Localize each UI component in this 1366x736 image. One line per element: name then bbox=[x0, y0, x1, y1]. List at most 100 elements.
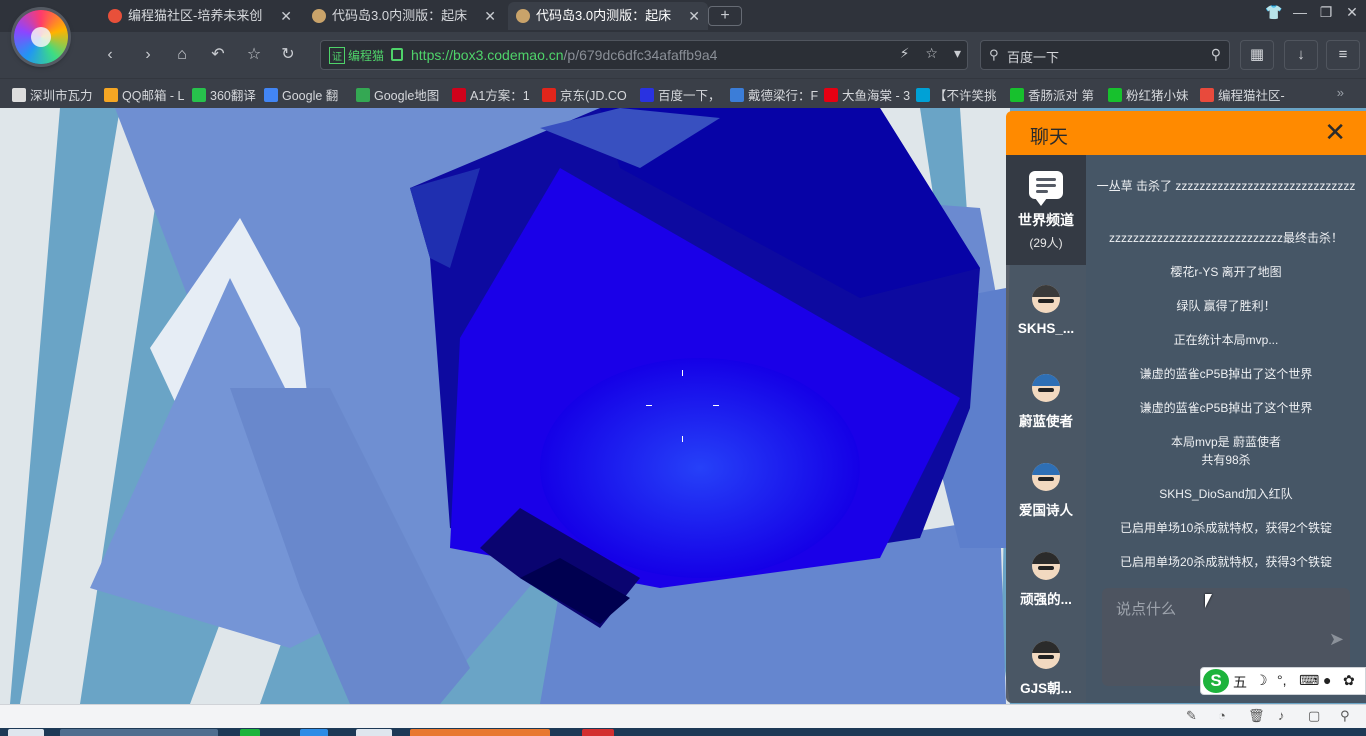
dropdown-icon[interactable]: ▾ bbox=[954, 45, 961, 61]
search-engine-icon[interactable]: ⚲ bbox=[989, 47, 999, 63]
bookmark-label: 百度一下， bbox=[658, 89, 721, 103]
user-icon[interactable]: ● bbox=[1323, 672, 1331, 688]
crosshair-right bbox=[713, 405, 719, 406]
bookmark-item[interactable]: Google地图 bbox=[356, 85, 448, 103]
sogou-logo-icon[interactable]: S bbox=[1203, 669, 1229, 693]
browser-logo[interactable] bbox=[14, 10, 68, 64]
close-tab-icon[interactable]: ✕ bbox=[280, 2, 292, 30]
favorite-icon[interactable]: ☆ bbox=[240, 42, 268, 68]
close-tab-icon[interactable]: ✕ bbox=[484, 2, 496, 30]
ime-toolbar[interactable]: S 五 ☽ °, ⌨ ● ✿ bbox=[1200, 667, 1366, 695]
user-name: SKHS_... bbox=[1017, 321, 1075, 336]
punctuation-icon[interactable]: °, bbox=[1277, 672, 1287, 688]
apps-grid-icon[interactable]: ▦ bbox=[1240, 40, 1274, 70]
volume-icon[interactable]: ♪ bbox=[1278, 708, 1285, 723]
url-text[interactable]: https://box3.codemao.cn/p/679dc6dfc34afa… bbox=[411, 47, 717, 63]
refresh-icon[interactable]: ↻ bbox=[274, 42, 302, 68]
taskbar-app-ie[interactable] bbox=[300, 729, 328, 736]
close-tab-icon[interactable]: ✕ bbox=[688, 2, 700, 30]
avatar bbox=[1032, 641, 1060, 669]
bookmark-item[interactable]: 大鱼海棠 - 3 bbox=[824, 85, 912, 103]
bookmark-item[interactable]: 香肠派对 第 bbox=[1010, 85, 1104, 103]
back-icon[interactable]: ‹ bbox=[96, 42, 124, 68]
bookmark-favicon-icon bbox=[916, 88, 930, 102]
chat-message: 樱花r-YS 离开了地图 bbox=[1170, 265, 1282, 279]
bookmark-item[interactable]: 360翻译 bbox=[192, 85, 260, 103]
chat-panel: 聊天 ✕ 世界频道 (29人) SKHS_... 蔚蓝使者爱国诗人 顽强的... GJ… bbox=[1006, 111, 1366, 703]
bookmark-item[interactable]: 戴德梁行：F bbox=[730, 85, 820, 103]
bookmark-label: 粉红猪小妹 bbox=[1126, 89, 1189, 103]
search-icon[interactable]: ⚲ bbox=[1211, 46, 1221, 63]
bookmark-favicon-icon bbox=[542, 88, 556, 102]
pin-icon[interactable]: ✎ bbox=[1186, 708, 1197, 724]
chat-message-list: 一丛草 击杀了 zzzzzzzzzzzzzzzzzzzzzzzzzzzzzz zz… bbox=[1086, 155, 1366, 585]
address-bar[interactable]: 证编程猫 https://box3.codemao.cn/p/679dc6dfc… bbox=[320, 40, 968, 70]
bookmark-item[interactable]: 京东(JD.CO bbox=[542, 85, 636, 103]
channel-world[interactable]: 世界频道 (29人) bbox=[1006, 155, 1086, 265]
bookmark-item[interactable]: 粉红猪小妹 bbox=[1108, 85, 1196, 103]
taskbar-app-wechat[interactable] bbox=[240, 729, 260, 736]
bookmark-label: 香肠派对 第 bbox=[1028, 89, 1094, 103]
user-channel[interactable]: 爱国诗人 bbox=[1006, 443, 1086, 532]
restore-icon[interactable]: ❐ bbox=[1314, 4, 1338, 21]
avatar bbox=[1032, 463, 1060, 491]
user-channel[interactable]: SKHS_... bbox=[1006, 265, 1086, 354]
user-channel[interactable]: GJS朝... bbox=[1006, 621, 1086, 703]
ime-mode-label[interactable]: 五 bbox=[1233, 672, 1247, 692]
tab-box3-active[interactable]: 代码岛3.0内测版：起床 ✕ bbox=[508, 2, 708, 30]
minimize-icon[interactable]: — bbox=[1288, 4, 1312, 20]
start-button[interactable] bbox=[8, 729, 44, 736]
tab-codemao-community[interactable]: 编程猫社区-培养未来创 ✕ bbox=[100, 2, 300, 30]
chat-channel-list: 世界频道 (29人) SKHS_... 蔚蓝使者爱国诗人 顽强的... GJS朝... bbox=[1006, 155, 1086, 703]
certificate-badge[interactable]: 证编程猫 bbox=[329, 47, 384, 64]
bookmark-item[interactable]: 编程猫社区- bbox=[1200, 85, 1286, 103]
zoom-icon[interactable]: ⚲ bbox=[1340, 708, 1350, 724]
user-channel[interactable]: 顽强的... bbox=[1006, 532, 1086, 621]
new-tab-button[interactable]: + bbox=[708, 6, 742, 26]
bookmark-item[interactable]: A1方案：1 bbox=[452, 85, 538, 103]
lightning-icon[interactable]: ⚡ bbox=[900, 45, 910, 61]
chat-bubble-icon bbox=[1029, 171, 1063, 206]
forward-icon[interactable]: › bbox=[134, 42, 162, 68]
taskbar-app-browser[interactable] bbox=[60, 729, 218, 736]
send-icon[interactable]: ➤ bbox=[1329, 629, 1344, 650]
bookmark-item[interactable]: QQ邮箱 - L bbox=[104, 85, 188, 103]
bookmark-favicon-icon bbox=[264, 88, 278, 102]
download-icon[interactable]: ↓ bbox=[1284, 40, 1318, 70]
chat-message: 谦虚的蓝雀cP5B掉出了这个世界 bbox=[1139, 367, 1313, 381]
nav-bar: ‹ › ⌂ ↶ ☆ ↻ 证编程猫 https://box3.codemao.cn… bbox=[0, 32, 1366, 78]
bookmark-item[interactable]: 百度一下， bbox=[640, 85, 726, 103]
more-bookmarks-icon[interactable]: » bbox=[1337, 85, 1344, 100]
menu-icon[interactable]: ≡ bbox=[1326, 40, 1360, 70]
moon-icon[interactable]: ☽ bbox=[1255, 672, 1268, 689]
bookmark-label: 京东(JD.CO bbox=[560, 89, 627, 103]
bookmark-item[interactable]: Google 翻 bbox=[264, 85, 352, 103]
bookmark-item[interactable]: 【不许笑挑 bbox=[916, 85, 1006, 103]
skin-icon[interactable]: 👕 bbox=[1262, 4, 1286, 21]
bookmark-star-icon[interactable]: ☆ bbox=[925, 45, 938, 61]
taskbar-app-folder[interactable] bbox=[356, 729, 392, 736]
close-icon[interactable]: ✕ bbox=[1324, 117, 1346, 148]
chat-header: 聊天 ✕ bbox=[1006, 111, 1366, 155]
bookmarks-bar: » 深圳市瓦力 QQ邮箱 - L 360翻译 Google 翻 Google地图 A1方案… bbox=[0, 78, 1366, 108]
home-icon[interactable]: ⌂ bbox=[168, 42, 196, 68]
search-box[interactable]: ⚲ 百度一下 ⚲ bbox=[980, 40, 1230, 70]
undo-icon[interactable]: ↶ bbox=[204, 42, 232, 68]
tab-box3-1[interactable]: 代码岛3.0内测版：起床 ✕ bbox=[304, 2, 504, 30]
close-window-icon[interactable]: ✕ bbox=[1340, 4, 1364, 21]
user-channel[interactable]: 蔚蓝使者 bbox=[1006, 354, 1086, 443]
speed-icon[interactable]: ◔ bbox=[1218, 708, 1226, 723]
taskbar-app-other[interactable] bbox=[582, 729, 614, 736]
window-icon[interactable]: ▢ bbox=[1308, 708, 1320, 724]
keyboard-icon[interactable]: ⌨ bbox=[1299, 672, 1319, 689]
tab-title: 编程猫社区-培养未来创 bbox=[128, 8, 263, 23]
chat-message: 本局mvp是 蔚蓝使者 共有98杀 bbox=[1170, 435, 1281, 467]
chat-message: 已启用单场10杀成就特权，获得2个铁锭 bbox=[1119, 521, 1333, 535]
bookmark-item[interactable]: 深圳市瓦力 bbox=[12, 85, 100, 103]
bookmark-label: Google 翻 bbox=[282, 89, 339, 103]
toolbox-icon[interactable]: ✿ bbox=[1343, 672, 1355, 689]
taskbar-app-game[interactable] bbox=[410, 729, 550, 736]
bookmark-favicon-icon bbox=[356, 88, 370, 102]
trash-icon[interactable]: 🗑 bbox=[1248, 708, 1265, 724]
user-name: 蔚蓝使者 bbox=[1019, 414, 1073, 429]
